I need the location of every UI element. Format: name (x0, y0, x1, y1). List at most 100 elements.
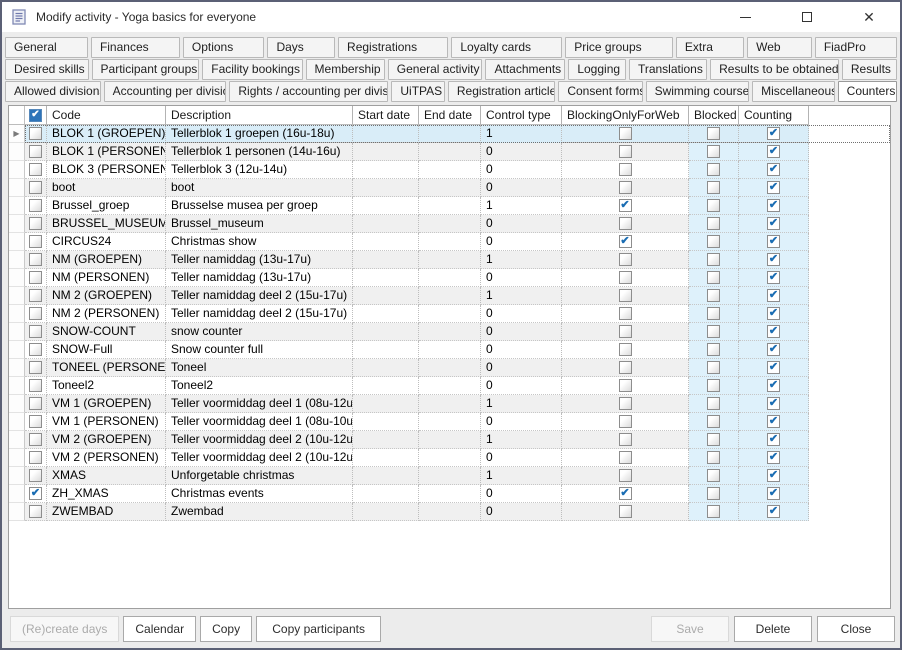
table-row[interactable]: NM 2 (GROEPEN) Teller namiddag deel 2 (1… (9, 287, 890, 305)
table-row[interactable]: VM 2 (GROEPEN) Teller voormiddag deel 2 … (9, 431, 890, 449)
row-checkbox[interactable] (29, 127, 42, 140)
cell-start-date[interactable] (353, 197, 419, 215)
cell-description[interactable]: Teller namiddag (13u-17u) (166, 269, 353, 287)
blockingonlyforweb-checkbox[interactable] (619, 127, 632, 140)
cell-end-date[interactable] (419, 341, 481, 359)
row-checkbox[interactable] (29, 289, 42, 302)
tab-registrations[interactable]: Registrations (338, 37, 448, 58)
cell-start-date[interactable] (353, 467, 419, 485)
row-checkbox[interactable] (29, 433, 42, 446)
cell-description[interactable]: Teller voormiddag deel 1 (08u-10u) (166, 413, 353, 431)
counting-checkbox[interactable]: ✔ (767, 469, 780, 482)
cell-end-date[interactable] (419, 143, 481, 161)
counting-checkbox[interactable]: ✔ (767, 505, 780, 518)
cell-end-date[interactable] (419, 413, 481, 431)
row-checkbox[interactable] (29, 397, 42, 410)
cell-code[interactable]: NM 2 (GROEPEN) (47, 287, 166, 305)
cell-code[interactable]: VM 2 (GROEPEN) (47, 431, 166, 449)
blockingonlyforweb-checkbox[interactable]: ✔ (619, 235, 632, 248)
table-row[interactable]: VM 2 (PERSONEN) Teller voormiddag deel 2… (9, 449, 890, 467)
cell-start-date[interactable] (353, 269, 419, 287)
blocked-checkbox[interactable] (707, 505, 720, 518)
cell-description[interactable]: Teller namiddag (13u-17u) (166, 251, 353, 269)
table-row[interactable]: ▶ BLOK 1 (GROEPEN) Tellerblok 1 groepen … (9, 125, 890, 143)
blockingonlyforweb-checkbox[interactable] (619, 415, 632, 428)
table-row[interactable]: Toneel2 Toneel2 0 ✔ (9, 377, 890, 395)
cell-end-date[interactable] (419, 395, 481, 413)
cell-control-type[interactable]: 1 (481, 125, 562, 143)
tab-facility-bookings[interactable]: Facility bookings (202, 59, 302, 80)
cell-start-date[interactable] (353, 485, 419, 503)
tab-registration-articles[interactable]: Registration articles (448, 81, 555, 102)
cell-description[interactable]: Teller voormiddag deel 1 (08u-12u) (166, 395, 353, 413)
counting-checkbox[interactable]: ✔ (767, 433, 780, 446)
cell-control-type[interactable]: 0 (481, 161, 562, 179)
blockingonlyforweb-checkbox[interactable] (619, 505, 632, 518)
cell-start-date[interactable] (353, 323, 419, 341)
blockingonlyforweb-checkbox[interactable] (619, 307, 632, 320)
cell-end-date[interactable] (419, 503, 481, 521)
cell-description[interactable]: Christmas events (166, 485, 353, 503)
tab-finances[interactable]: Finances (91, 37, 180, 58)
cell-description[interactable]: Teller namiddag deel 2 (15u-17u) (166, 305, 353, 323)
counting-checkbox[interactable]: ✔ (767, 235, 780, 248)
row-checkbox[interactable] (29, 379, 42, 392)
cell-code[interactable]: SNOW-Full (47, 341, 166, 359)
cell-description[interactable]: Teller voormiddag deel 2 (10u-12u) (166, 449, 353, 467)
counting-checkbox[interactable]: ✔ (767, 163, 780, 176)
cell-end-date[interactable] (419, 233, 481, 251)
table-row[interactable]: CIRCUS24 Christmas show 0 ✔ ✔ (9, 233, 890, 251)
blocked-checkbox[interactable] (707, 451, 720, 464)
table-row[interactable]: Brussel_groep Brusselse musea per groep … (9, 197, 890, 215)
cell-description[interactable]: Tellerblok 1 personen (14u-16u) (166, 143, 353, 161)
blockingonlyforweb-checkbox[interactable] (619, 343, 632, 356)
blocked-checkbox[interactable] (707, 307, 720, 320)
row-checkbox[interactable] (29, 145, 42, 158)
cell-control-type[interactable]: 1 (481, 467, 562, 485)
row-checkbox[interactable] (29, 415, 42, 428)
cell-code[interactable]: VM 1 (GROEPEN) (47, 395, 166, 413)
cell-end-date[interactable] (419, 431, 481, 449)
row-checkbox[interactable] (29, 235, 42, 248)
copy-button[interactable]: Copy (200, 616, 252, 642)
cell-code[interactable]: SNOW-COUNT (47, 323, 166, 341)
blocked-checkbox[interactable] (707, 379, 720, 392)
blockingonlyforweb-checkbox[interactable] (619, 451, 632, 464)
tab-days[interactable]: Days (267, 37, 335, 58)
cell-code[interactable]: TONEEL (PERSONEN) (47, 359, 166, 377)
blockingonlyforweb-checkbox[interactable] (619, 433, 632, 446)
cell-control-type[interactable]: 0 (481, 413, 562, 431)
cell-code[interactable]: Toneel2 (47, 377, 166, 395)
counting-checkbox[interactable]: ✔ (767, 253, 780, 266)
cell-start-date[interactable] (353, 251, 419, 269)
copy-participants-button[interactable]: Copy participants (256, 616, 381, 642)
blockingonlyforweb-checkbox[interactable] (619, 181, 632, 194)
counting-checkbox[interactable]: ✔ (767, 487, 780, 500)
table-row[interactable]: SNOW-COUNT snow counter 0 ✔ (9, 323, 890, 341)
blocked-checkbox[interactable] (707, 433, 720, 446)
blocked-checkbox[interactable] (707, 163, 720, 176)
cell-description[interactable]: Teller namiddag deel 2 (15u-17u) (166, 287, 353, 305)
cell-code[interactable]: VM 1 (PERSONEN) (47, 413, 166, 431)
cell-end-date[interactable] (419, 215, 481, 233)
cell-start-date[interactable] (353, 341, 419, 359)
cell-control-type[interactable]: 0 (481, 215, 562, 233)
cell-start-date[interactable] (353, 413, 419, 431)
cell-control-type[interactable]: 1 (481, 395, 562, 413)
cell-start-date[interactable] (353, 143, 419, 161)
cell-end-date[interactable] (419, 179, 481, 197)
cell-start-date[interactable] (353, 125, 419, 143)
tab-fiadpro[interactable]: FiadPro (815, 37, 897, 58)
blockingonlyforweb-checkbox[interactable] (619, 271, 632, 284)
tab-web[interactable]: Web (747, 37, 812, 58)
row-checkbox[interactable] (29, 163, 42, 176)
tab-desired-skills[interactable]: Desired skills (5, 59, 89, 80)
cell-start-date[interactable] (353, 305, 419, 323)
cell-control-type[interactable]: 0 (481, 305, 562, 323)
table-row[interactable]: NM (PERSONEN) Teller namiddag (13u-17u) … (9, 269, 890, 287)
tab-general[interactable]: General (5, 37, 88, 58)
tab-results[interactable]: Results (842, 59, 897, 80)
counting-checkbox[interactable]: ✔ (767, 361, 780, 374)
cell-end-date[interactable] (419, 161, 481, 179)
blocked-checkbox[interactable] (707, 253, 720, 266)
